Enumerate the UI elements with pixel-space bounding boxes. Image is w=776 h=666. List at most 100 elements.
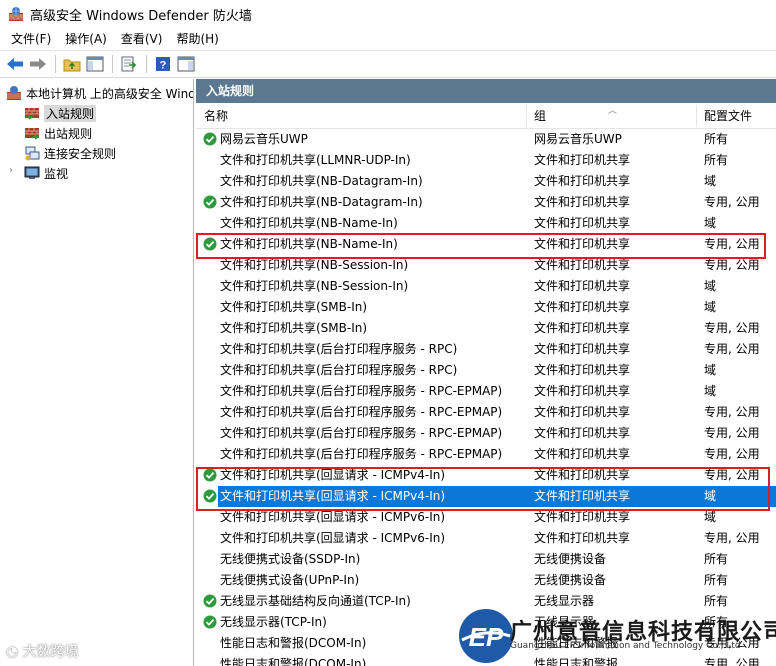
stamp-text: 大数跨境 — [22, 644, 79, 660]
rule-profile: 专用, 公用 — [704, 426, 760, 440]
table-row[interactable]: 文件和打印机共享(后台打印程序服务 - RPC-EPMAP) 文件和打印机共享 专用… — [196, 402, 776, 423]
column-name[interactable]: 名称 — [196, 103, 526, 129]
pane-title: 入站规则 — [196, 79, 776, 103]
source-stamp: ◔ 大数跨境 — [6, 641, 79, 661]
rule-profile: 所有 — [704, 594, 729, 608]
rule-profile: 所有 — [704, 552, 729, 566]
rule-group: 文件和打印机共享 — [534, 426, 631, 440]
rule-group: 文件和打印机共享 — [534, 300, 631, 314]
help-button[interactable]: ? — [152, 53, 174, 75]
rule-group: 文件和打印机共享 — [534, 258, 631, 272]
sort-ascending-icon: ︿ — [608, 106, 618, 116]
table-row[interactable]: 性能日志和警报(DCOM-In) 性能日志和警报 专用, 公用 — [196, 654, 776, 666]
rule-group: 文件和打印机共享 — [534, 237, 631, 251]
table-row[interactable]: 文件和打印机共享(NB-Session-In) 文件和打印机共享 域 — [196, 276, 776, 297]
connection-security-icon — [25, 146, 40, 161]
menu-view[interactable]: 查看(V) — [114, 28, 170, 50]
rule-profile: 域 — [704, 489, 717, 503]
table-row[interactable]: 文件和打印机共享(后台打印程序服务 - RPC-EPMAP) 文件和打印机共享 域 — [196, 381, 776, 402]
rule-profile: 专用, 公用 — [704, 447, 760, 461]
rule-name: 文件和打印机共享(NB-Session-In) — [220, 258, 409, 272]
rule-group: 文件和打印机共享 — [534, 363, 631, 377]
table-row[interactable]: 文件和打印机共享(SMB-In) 文件和打印机共享 专用, 公用 — [196, 318, 776, 339]
show-action-pane-button[interactable] — [175, 53, 197, 75]
column-profile[interactable]: 配置文件 — [696, 103, 776, 129]
rule-profile: 专用, 公用 — [704, 342, 760, 356]
tree-root-label: 本地计算机 上的高级安全 Windows Defender 防火墙 — [26, 86, 193, 101]
table-row[interactable]: 文件和打印机共享(NB-Name-In) 文件和打印机共享 专用, 公用 — [196, 234, 776, 255]
menu-help[interactable]: 帮助(H) — [169, 28, 225, 50]
toolbar-separator — [146, 55, 147, 73]
table-row[interactable]: 文件和打印机共享(后台打印程序服务 - RPC) 文件和打印机共享 域 — [196, 360, 776, 381]
table-row[interactable]: 文件和打印机共享(回显请求 - ICMPv6-In) 文件和打印机共享 域 — [196, 507, 776, 528]
enabled-check-icon — [203, 489, 217, 503]
rule-name: 文件和打印机共享(回显请求 - ICMPv4-In) — [220, 489, 446, 503]
rule-group: 无线便携设备 — [534, 573, 607, 587]
table-row[interactable]: 无线便携式设备(SSDP-In) 无线便携设备 所有 — [196, 549, 776, 570]
table-row[interactable]: 文件和打印机共享(后台打印程序服务 - RPC-EPMAP) 文件和打印机共享 专用… — [196, 423, 776, 444]
tree-item-inbound-rules[interactable]: 入站规则 — [24, 103, 97, 123]
results-pane: 入站规则 名称 组 ︿ 配置文件 网易云音乐UWP 网易云音乐UWP 所有 文件和打印… — [196, 79, 776, 666]
table-row[interactable]: 无线显示器(TCP-In) 无线显示器 所有 — [196, 612, 776, 633]
toolbar: ? — [0, 50, 776, 78]
properties-pane-icon — [177, 56, 195, 72]
table-row[interactable]: 网易云音乐UWP 网易云音乐UWP 所有 — [196, 129, 776, 150]
menu-action[interactable]: 操作(A) — [58, 28, 114, 50]
tree-item-outbound-rules[interactable]: 出站规则 — [24, 123, 92, 143]
back-button[interactable] — [4, 53, 26, 75]
table-row[interactable]: 无线便携式设备(UPnP-In) 无线便携设备 所有 — [196, 570, 776, 591]
toolbar-separator — [112, 55, 113, 73]
rule-group: 无线显示器 — [534, 615, 595, 629]
rule-profile: 所有 — [704, 132, 729, 146]
rule-name: 无线显示基础结构反向通道(TCP-In) — [220, 594, 411, 608]
table-row[interactable]: 文件和打印机共享(后台打印程序服务 - RPC-EPMAP) 文件和打印机共享 专用… — [196, 444, 776, 465]
export-list-icon — [121, 56, 137, 72]
tree-item-connection-security-rules[interactable]: 连接安全规则 — [24, 143, 116, 163]
table-row[interactable]: 文件和打印机共享(回显请求 - ICMPv4-In) 文件和打印机共享 域 — [196, 486, 776, 507]
rule-name: 文件和打印机共享(SMB-In) — [220, 300, 368, 314]
table-row[interactable]: 文件和打印机共享(NB-Name-In) 文件和打印机共享 域 — [196, 213, 776, 234]
rule-group: 文件和打印机共享 — [534, 384, 631, 398]
column-header: 名称 组 ︿ 配置文件 — [196, 103, 776, 129]
table-row[interactable]: 文件和打印机共享(NB-Datagram-In) 文件和打印机共享 专用, 公用 — [196, 192, 776, 213]
table-row[interactable]: 文件和打印机共享(SMB-In) 文件和打印机共享 域 — [196, 297, 776, 318]
inbound-rules-icon — [25, 108, 39, 120]
tree-item-label: 入站规则 — [44, 104, 97, 122]
tree-item-label: 连接安全规则 — [44, 146, 117, 161]
tree-item-monitoring[interactable]: 监视 — [24, 163, 68, 183]
table-row[interactable]: 文件和打印机共享(NB-Session-In) 文件和打印机共享 专用, 公用 — [196, 255, 776, 276]
enabled-check-icon — [203, 615, 217, 629]
menu-file[interactable]: 文件(F) — [4, 28, 58, 50]
table-row[interactable]: 无线显示基础结构反向通道(TCP-In) 无线显示器 所有 — [196, 591, 776, 612]
rule-profile: 域 — [704, 174, 717, 188]
rule-name: 文件和打印机共享(回显请求 - ICMPv4-In) — [220, 468, 446, 482]
rule-group: 文件和打印机共享 — [534, 216, 631, 230]
table-row[interactable]: 性能日志和警报(DCOM-In) 性能日志和警报 专用, 公用 — [196, 633, 776, 654]
rule-group: 文件和打印机共享 — [534, 405, 631, 419]
expand-chevron-icon[interactable]: › — [9, 165, 13, 176]
rule-profile: 域 — [704, 384, 717, 398]
rule-profile: 域 — [704, 279, 717, 293]
table-row[interactable]: 文件和打印机共享(NB-Datagram-In) 文件和打印机共享 域 — [196, 171, 776, 192]
rule-group: 文件和打印机共享 — [534, 174, 631, 188]
up-one-level-button[interactable] — [61, 53, 83, 75]
enabled-check-icon — [203, 132, 217, 146]
show-hide-tree-button[interactable] — [84, 53, 106, 75]
table-row[interactable]: 文件和打印机共享(回显请求 - ICMPv4-In) 文件和打印机共享 专用, 公用 — [196, 465, 776, 486]
rule-group: 文件和打印机共享 — [534, 447, 631, 461]
forward-button[interactable] — [27, 53, 49, 75]
firewall-icon — [7, 86, 21, 100]
enabled-check-icon — [203, 468, 217, 482]
table-row[interactable]: 文件和打印机共享(回显请求 - ICMPv6-In) 文件和打印机共享 专用, 公用 — [196, 528, 776, 549]
export-list-button[interactable] — [118, 53, 140, 75]
rule-group: 文件和打印机共享 — [534, 342, 631, 356]
rule-name: 文件和打印机共享(回显请求 - ICMPv6-In) — [220, 510, 446, 524]
monitoring-icon — [24, 166, 40, 179]
rule-name: 文件和打印机共享(NB-Session-In) — [220, 279, 409, 293]
rule-group: 性能日志和警报 — [534, 636, 619, 650]
table-row[interactable]: 文件和打印机共享(后台打印程序服务 - RPC) 文件和打印机共享 专用, 公用 — [196, 339, 776, 360]
rule-name: 文件和打印机共享(NB-Datagram-In) — [220, 174, 423, 188]
table-row[interactable]: 文件和打印机共享(LLMNR-UDP-In) 文件和打印机共享 所有 — [196, 150, 776, 171]
enabled-check-icon — [203, 237, 217, 251]
tree-root[interactable]: 本地计算机 上的高级安全 Windows Defender 防火墙 — [6, 83, 193, 103]
